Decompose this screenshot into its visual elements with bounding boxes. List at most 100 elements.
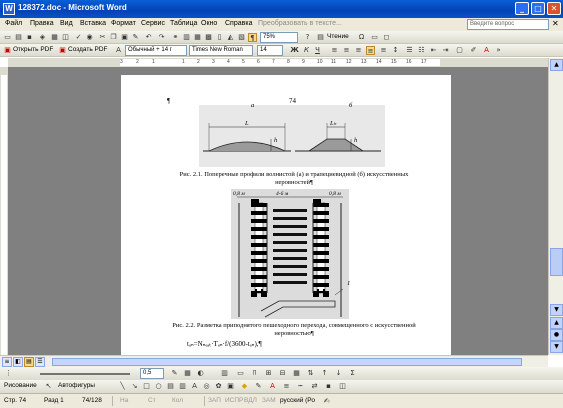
status-record[interactable]: ЗАП: [208, 397, 221, 404]
toolbar-item-2-icon[interactable]: ◻: [382, 33, 391, 42]
maximize-button[interactable]: □: [531, 2, 545, 15]
menu-window[interactable]: Окно: [201, 20, 217, 27]
font-color-icon[interactable]: A: [482, 46, 491, 55]
styles-pane-icon[interactable]: A: [114, 46, 123, 55]
menu-insert[interactable]: Вставка: [80, 20, 106, 27]
columns-icon[interactable]: ▯: [215, 33, 224, 42]
toolbar-item-icon[interactable]: ▭: [370, 33, 379, 42]
vertical-scrollbar[interactable]: ▲ ▼ ▲ ● ▼: [548, 58, 563, 355]
insert-table-icon[interactable]: ▦: [193, 33, 202, 42]
permission-icon[interactable]: ◈: [38, 33, 47, 42]
arrow-style-icon[interactable]: ⇄: [310, 382, 319, 391]
document-map-icon[interactable]: ▧: [237, 33, 246, 42]
print-preview-icon[interactable]: ◫: [61, 33, 70, 42]
arrow-icon[interactable]: ↘: [130, 382, 139, 391]
sort-ascending-icon[interactable]: ↑: [320, 369, 329, 378]
print-icon[interactable]: ▦: [50, 33, 59, 42]
next-page-button[interactable]: ▼: [550, 341, 563, 353]
font-size-select[interactable]: 14: [257, 45, 283, 56]
shading-icon[interactable]: ◐: [196, 369, 205, 378]
vertical-ruler[interactable]: [0, 67, 8, 355]
menu-tools[interactable]: Сервис: [141, 20, 165, 27]
table-borders-icon[interactable]: ▥: [220, 369, 229, 378]
font-color-2-icon[interactable]: A: [268, 382, 277, 391]
save-icon[interactable]: ▪: [25, 33, 34, 42]
status-extend[interactable]: ВДЛ: [244, 397, 257, 404]
sort-descending-icon[interactable]: ↓: [334, 369, 343, 378]
close-button[interactable]: ✕: [547, 2, 561, 15]
redo-icon[interactable]: ↷: [157, 33, 166, 42]
research-icon[interactable]: ◉: [85, 33, 94, 42]
word-app-icon[interactable]: W: [3, 3, 15, 15]
copy-icon[interactable]: ❐: [109, 33, 118, 42]
3d-icon[interactable]: ◫: [338, 382, 347, 391]
open-pdf-icon[interactable]: ▣: [3, 46, 12, 55]
help-icon[interactable]: ?: [303, 33, 312, 42]
tables-borders-icon[interactable]: ▥: [182, 33, 191, 42]
print-layout-button[interactable]: ▤: [24, 357, 34, 367]
select-browse-object-button[interactable]: ●: [550, 329, 563, 341]
show-hide-marks-icon[interactable]: ¶: [248, 33, 257, 42]
cut-icon[interactable]: ✂: [98, 33, 107, 42]
menu-view[interactable]: Вид: [60, 20, 73, 27]
autosum-icon[interactable]: Σ: [348, 369, 357, 378]
open-pdf-button[interactable]: Открыть PDF: [13, 46, 53, 53]
align-center-icon[interactable]: ≡: [342, 46, 351, 55]
drawing-menu-button[interactable]: Рисование: [4, 382, 37, 389]
read-button[interactable]: Чтение: [327, 33, 349, 40]
italic-button[interactable]: К: [302, 46, 311, 55]
vertical-scroll-thumb[interactable]: [550, 248, 563, 276]
new-document-icon[interactable]: ▭: [3, 33, 12, 42]
line-icon[interactable]: ╲: [118, 382, 127, 391]
line-preview[interactable]: [40, 373, 130, 375]
clipart-icon[interactable]: ✿: [214, 382, 223, 391]
web-layout-button[interactable]: ◧: [13, 357, 23, 367]
fill-color-icon[interactable]: ◆: [240, 382, 249, 391]
menu-table[interactable]: Таблица: [170, 20, 197, 27]
line-color-icon[interactable]: ✎: [170, 369, 179, 378]
toolbar-options-icon[interactable]: »: [494, 46, 503, 55]
minimize-button[interactable]: _: [515, 2, 529, 15]
style-select[interactable]: Обычный + 14 г: [125, 45, 187, 56]
wordart-icon[interactable]: A: [190, 382, 199, 391]
distributed-icon[interactable]: ≡: [379, 46, 388, 55]
previous-page-button[interactable]: ▲: [550, 317, 563, 329]
horizontal-ruler[interactable]: 3 2 1 1 2 3 4 5 6 7 8 9 10 11 12 13 14 1…: [8, 58, 556, 67]
text-direction-icon[interactable]: ⇅: [306, 369, 315, 378]
justify-icon[interactable]: ≡: [366, 46, 375, 55]
outline-view-button[interactable]: ☰: [35, 357, 45, 367]
spelling-status-icon[interactable]: ✍: [322, 397, 331, 406]
scroll-down-button[interactable]: ▼: [550, 304, 563, 316]
symbol-omega-icon[interactable]: Ω: [357, 33, 366, 42]
read-icon[interactable]: ▤: [316, 33, 325, 42]
horizontal-scroll-thumb[interactable]: [52, 358, 522, 366]
status-overtype[interactable]: ЗАМ: [262, 397, 276, 404]
textbox-icon[interactable]: ▤: [166, 382, 175, 391]
paste-icon[interactable]: ▣: [120, 33, 129, 42]
picture-icon[interactable]: ▣: [226, 382, 235, 391]
document-page[interactable]: ¶ 74 а б L Lₕ h h Рис. 2.1. Поперечные п…: [121, 75, 451, 355]
numbering-icon[interactable]: ☰: [405, 46, 414, 55]
align-right-icon[interactable]: ≡: [354, 46, 363, 55]
scroll-up-button[interactable]: ▲: [550, 59, 563, 71]
document-workspace[interactable]: ¶ 74 а б L Lₕ h h Рис. 2.1. Поперечные п…: [8, 67, 548, 355]
document-close-icon[interactable]: ✕: [552, 19, 559, 28]
bold-button[interactable]: Ж: [290, 46, 299, 55]
spelling-icon[interactable]: ✓: [74, 33, 83, 42]
distribute-columns-icon[interactable]: ⊟: [278, 369, 287, 378]
hyperlink-icon[interactable]: ⚭: [171, 33, 180, 42]
shadow-icon[interactable]: ▪: [324, 382, 333, 391]
create-pdf-icon[interactable]: ▣: [58, 46, 67, 55]
create-pdf-button[interactable]: Создать PDF: [68, 46, 108, 53]
line-spacing-icon[interactable]: ↕: [391, 46, 400, 55]
decrease-indent-icon[interactable]: ⇤: [429, 46, 438, 55]
menu-file[interactable]: Файл: [5, 20, 22, 27]
rectangle-icon[interactable]: □: [142, 382, 151, 391]
format-painter-icon[interactable]: ✎: [131, 33, 140, 42]
line-style-icon[interactable]: ≡: [282, 382, 291, 391]
autoformat-icon[interactable]: ▦: [292, 369, 301, 378]
help-search-input[interactable]: Введите вопрос: [467, 19, 549, 30]
borders-icon[interactable]: ▢: [455, 46, 464, 55]
normal-view-button[interactable]: ≡: [2, 357, 12, 367]
insert-excel-icon[interactable]: ▩: [204, 33, 213, 42]
